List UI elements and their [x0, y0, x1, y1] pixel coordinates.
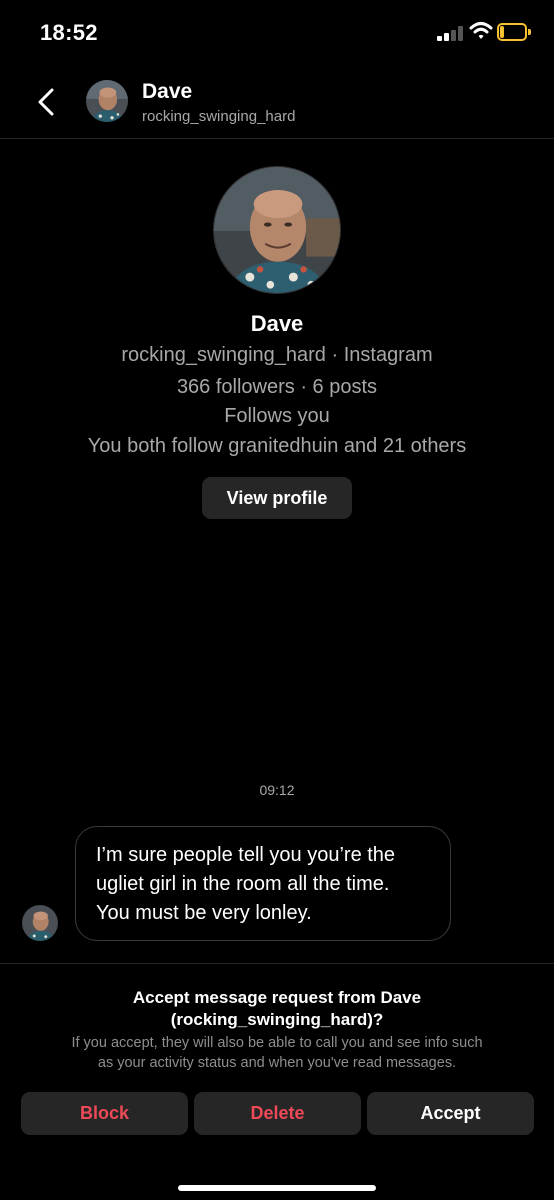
- sender-avatar[interactable]: [22, 905, 58, 941]
- status-bar: 18:52: [0, 0, 554, 62]
- request-title-line: (rocking_swinging_hard)?: [170, 1010, 384, 1029]
- message-timestamp: 09:12: [259, 782, 295, 798]
- profile-follows-line: Follows you: [224, 405, 330, 427]
- status-time: 18:52: [40, 20, 98, 45]
- message-line: ugliet girl in the room all the time.: [96, 873, 390, 895]
- header-avatar[interactable]: [86, 80, 128, 122]
- back-button[interactable]: [28, 82, 64, 122]
- wifi-icon: [469, 21, 493, 41]
- request-desc-line: If you accept, they will also be able to…: [71, 1035, 483, 1051]
- profile-mutual-line: You both follow granitedhuin and 21 othe…: [87, 435, 467, 457]
- chevron-left-icon: [38, 88, 54, 116]
- message-request-panel: Accept message request from Dave (rockin…: [0, 963, 554, 1200]
- block-button[interactable]: Block: [21, 1092, 188, 1135]
- delete-button[interactable]: Delete: [194, 1092, 361, 1135]
- profile-name: Dave: [250, 311, 304, 336]
- request-title-line: Accept message request from Dave: [132, 988, 422, 1007]
- profile-handle-line: rocking_swinging_hard · Instagram: [121, 344, 433, 366]
- message-bubble[interactable]: I’m sure people tell you you’re the ugli…: [75, 826, 451, 941]
- accept-button[interactable]: Accept: [367, 1092, 534, 1135]
- header-name[interactable]: Dave: [142, 80, 192, 104]
- message-line: You must be very lonley.: [96, 902, 312, 924]
- message-line: I’m sure people tell you you’re the: [96, 844, 396, 866]
- view-profile-button[interactable]: View profile: [202, 477, 352, 519]
- request-description: If you accept, they will also be able to…: [24, 1033, 530, 1073]
- profile-stats-line: 366 followers · 6 posts: [176, 376, 378, 398]
- request-title: Accept message request from Dave (rockin…: [30, 987, 524, 1031]
- battery-level: [500, 26, 504, 38]
- home-indicator[interactable]: [178, 1185, 376, 1191]
- message-request-screen: 18:52 Dave rocking_swinging_hard Dave ro…: [0, 0, 554, 1200]
- request-desc-line: as your activity status and when you've …: [97, 1055, 457, 1071]
- profile-avatar[interactable]: [213, 166, 341, 294]
- header-username[interactable]: rocking_swinging_hard: [142, 108, 295, 125]
- battery-icon: [497, 23, 531, 41]
- signal-icon: [437, 26, 463, 41]
- chat-header: Dave rocking_swinging_hard: [0, 62, 554, 139]
